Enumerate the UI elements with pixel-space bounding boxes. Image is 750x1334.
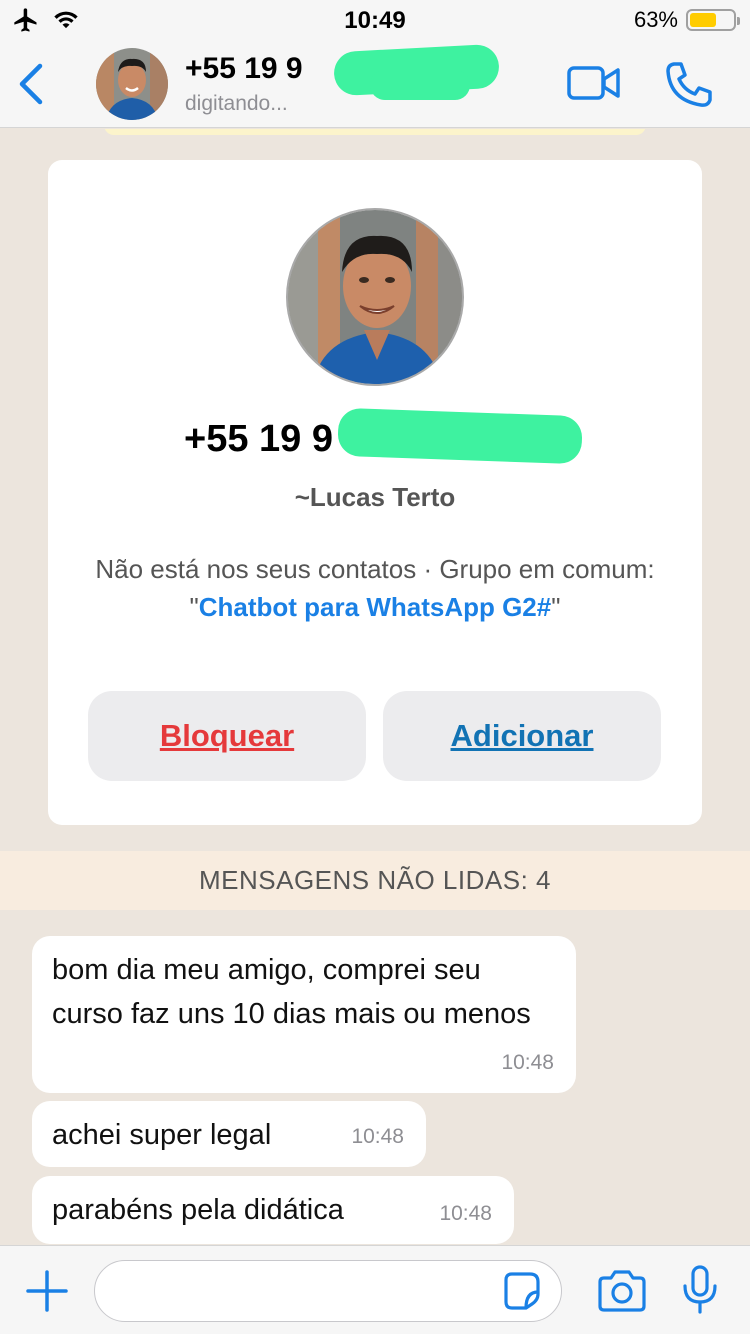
contact-title[interactable]: +55 19 9: [185, 52, 303, 86]
phone-icon[interactable]: [664, 60, 714, 108]
add-contact-button[interactable]: Adicionar: [383, 691, 661, 781]
contact-avatar[interactable]: [96, 48, 168, 120]
battery-icon: [686, 9, 740, 31]
message-bubble[interactable]: achei super legal 10:48: [32, 1101, 426, 1167]
message-time: 10:48: [439, 1202, 492, 1225]
message-text: bom dia meu amigo, comprei seu curso faz…: [52, 954, 531, 1030]
video-camera-icon[interactable]: [566, 62, 622, 106]
contact-phone-number: +55 19 9: [184, 418, 333, 460]
battery-level: [690, 13, 717, 27]
camera-icon[interactable]: [596, 1268, 648, 1314]
encryption-notice-edge: [104, 129, 646, 135]
message-input-bar: [0, 1245, 750, 1334]
message-text: parabéns pela didática: [52, 1194, 344, 1226]
contact-info-text: Não está nos seus contatos · Grupo em co…: [78, 550, 672, 626]
unknown-contact-card: +55 19 9 ~Lucas Terto Não está nos seus …: [48, 160, 702, 825]
message-bubble[interactable]: bom dia meu amigo, comprei seu curso faz…: [32, 936, 576, 1093]
contact-push-name: ~Lucas Terto: [294, 482, 456, 512]
message-text: achei super legal: [52, 1119, 272, 1151]
chevron-left-icon[interactable]: [14, 60, 50, 108]
block-button[interactable]: Bloquear: [88, 691, 366, 781]
sticker-icon[interactable]: [500, 1270, 542, 1312]
plus-icon[interactable]: [24, 1268, 70, 1314]
contact-avatar-large[interactable]: [286, 208, 464, 386]
info-suffix: ": [551, 592, 561, 622]
status-bar: 10:49 63%: [0, 0, 750, 40]
typing-status: digitando...: [185, 92, 288, 115]
microphone-icon[interactable]: [680, 1264, 720, 1316]
message-time: 10:48: [351, 1125, 404, 1148]
chat-header: +55 19 9 digitando...: [0, 40, 750, 128]
message-time: 10:48: [501, 1051, 554, 1074]
redaction-mark: [337, 407, 583, 465]
common-group-link[interactable]: Chatbot para WhatsApp G2#: [199, 592, 551, 622]
unread-messages-banner: MENSAGENS NÃO LIDAS: 4: [0, 851, 750, 910]
redaction-mark: [370, 70, 470, 100]
message-bubble[interactable]: parabéns pela didática 10:48: [32, 1176, 514, 1244]
status-icons-right: 63%: [633, 7, 740, 33]
battery-percent: 63%: [633, 7, 678, 32]
message-input[interactable]: [94, 1260, 562, 1322]
chat-area[interactable]: +55 19 9 ~Lucas Terto Não está nos seus …: [0, 129, 750, 1245]
